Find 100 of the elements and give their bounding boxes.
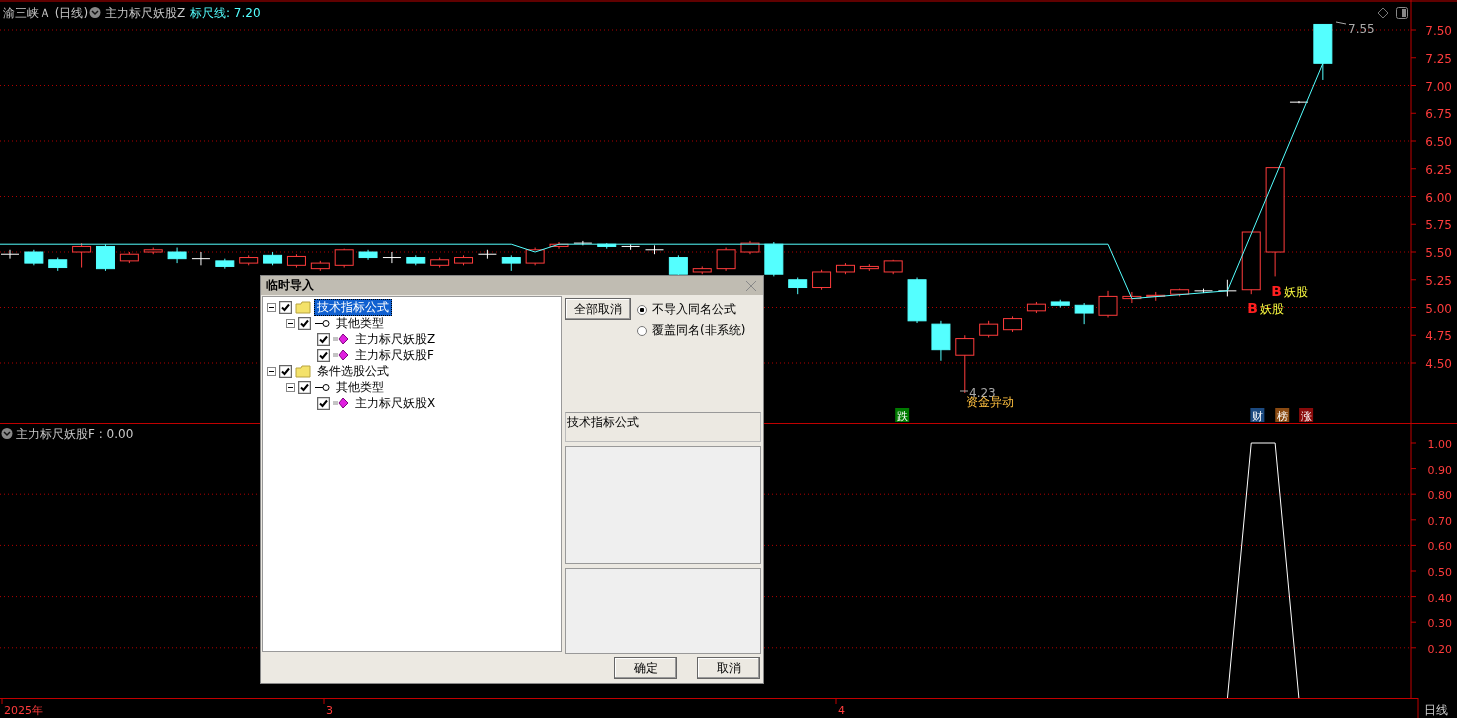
expander-icon[interactable]	[267, 366, 276, 376]
diamond-icon	[333, 349, 349, 361]
tree-item[interactable]: 技术指标公式	[314, 298, 392, 316]
buy-signal-letter: B	[1247, 300, 1259, 316]
checkbox[interactable]	[317, 332, 330, 346]
expander-icon[interactable]	[286, 318, 295, 328]
candlestick	[358, 249, 378, 261]
candlestick	[1194, 288, 1213, 294]
candlestick	[835, 262, 855, 275]
candlestick	[477, 249, 497, 260]
price-axis-label: 6.00	[1425, 190, 1452, 205]
indicator-axis-label: 0.80	[1427, 489, 1452, 503]
price-axis-label: 6.75	[1425, 107, 1452, 122]
candlestick	[525, 247, 545, 266]
folder-icon	[295, 300, 311, 314]
price-axis-label: 5.25	[1425, 273, 1452, 288]
radio-option[interactable]: 不导入同名公式	[637, 301, 746, 318]
candlestick	[143, 247, 163, 255]
candlestick	[692, 265, 712, 275]
tree-item[interactable]: 主力标尺妖股F	[352, 346, 437, 364]
candlestick	[1217, 279, 1237, 297]
dropdown-icon[interactable]	[1, 428, 13, 439]
candlestick	[668, 254, 688, 277]
indicator-axis-label: 0.40	[1427, 591, 1452, 605]
indicator-axis-label: 0.70	[1427, 514, 1452, 528]
price-axis-label: 5.00	[1425, 301, 1452, 316]
candlestick	[979, 320, 999, 338]
candlestick	[382, 251, 402, 264]
candlestick	[72, 242, 92, 269]
clear-all-button[interactable]: 全部取消	[565, 298, 631, 320]
checkbox[interactable]	[317, 348, 330, 362]
candlestick	[119, 251, 139, 264]
checkbox[interactable]	[279, 300, 292, 314]
price-axis-label: 5.75	[1425, 218, 1452, 233]
tree-item[interactable]: 主力标尺妖股Z	[352, 330, 439, 348]
candlestick	[883, 259, 903, 275]
tree-item[interactable]: 其他类型	[333, 314, 387, 332]
candlestick	[286, 253, 306, 269]
price-axis-label: 4.75	[1425, 329, 1452, 344]
event-badge: 榜	[1275, 408, 1290, 423]
candlestick	[740, 240, 760, 255]
checkbox[interactable]	[298, 380, 311, 394]
dropdown-icon[interactable]	[89, 7, 101, 18]
candlestick	[1003, 315, 1023, 333]
candlestick	[334, 248, 354, 269]
candlestick	[716, 247, 736, 272]
date-axis-label: 3	[326, 704, 333, 717]
candlestick	[1241, 231, 1261, 295]
candlestick	[167, 247, 187, 264]
candlestick	[406, 254, 426, 266]
candlestick	[263, 251, 283, 266]
indicator-axis-label: 0.50	[1427, 566, 1452, 579]
leader-line	[1335, 21, 1347, 25]
indicator-axis-label: 0.60	[1427, 540, 1452, 554]
key-icon	[314, 382, 330, 392]
indicator-axis-label: 0.90	[1427, 463, 1452, 477]
tree-item[interactable]: 条件选股公式	[314, 362, 392, 380]
info-label: 技术指标公式	[565, 412, 761, 442]
candlestick	[573, 240, 593, 246]
candlestick	[788, 277, 808, 295]
candlestick	[96, 243, 115, 272]
candlestick	[501, 254, 521, 272]
checkbox[interactable]	[317, 396, 330, 410]
candlestick	[1122, 291, 1142, 304]
date-axis-label: 4	[838, 704, 845, 717]
price-axis-label: 5.50	[1425, 246, 1452, 260]
panel-toggle-icon[interactable]	[1396, 7, 1408, 19]
candlestick	[48, 257, 68, 272]
checkbox[interactable]	[279, 364, 292, 378]
candlestick	[812, 269, 832, 291]
price-axis-label: 6.50	[1425, 135, 1452, 149]
key-icon	[314, 318, 330, 328]
candlestick	[597, 242, 617, 250]
candlestick	[1098, 290, 1118, 318]
price-axis-label: 7.50	[1425, 24, 1452, 38]
high-price-label: 7.55	[1348, 22, 1375, 36]
candlestick	[907, 277, 927, 324]
indicator-axis-label: 0.30	[1427, 617, 1452, 631]
candlestick	[549, 241, 569, 250]
indicator-axis-label: 0.20	[1427, 642, 1452, 656]
candlestick	[0, 249, 20, 260]
indicator-axis-label: 1.00	[1427, 438, 1452, 451]
tree-item[interactable]: 其他类型	[333, 378, 387, 396]
candlestick	[310, 260, 330, 272]
candlestick	[1050, 299, 1070, 308]
expander-icon[interactable]	[267, 302, 276, 312]
cancel-button[interactable]: 取消	[697, 657, 760, 679]
radio-option[interactable]: 覆盖同名(非系统)	[637, 322, 746, 339]
stock-title: 渝三峡Ａ (日线)	[3, 6, 89, 20]
diamond-icon	[333, 333, 349, 345]
price-axis-label: 7.25	[1425, 51, 1452, 66]
diamond-icon[interactable]	[1377, 7, 1389, 19]
buy-signal-letter: B	[1271, 283, 1282, 299]
signal-label: 妖股	[1260, 302, 1285, 316]
expander-icon[interactable]	[286, 382, 295, 392]
ok-button[interactable]: 确定	[614, 657, 677, 679]
tree-item[interactable]: 主力标尺妖股X	[352, 394, 439, 412]
checkbox[interactable]	[298, 316, 311, 330]
candlestick	[1074, 302, 1094, 325]
candlestick	[1289, 100, 1309, 104]
